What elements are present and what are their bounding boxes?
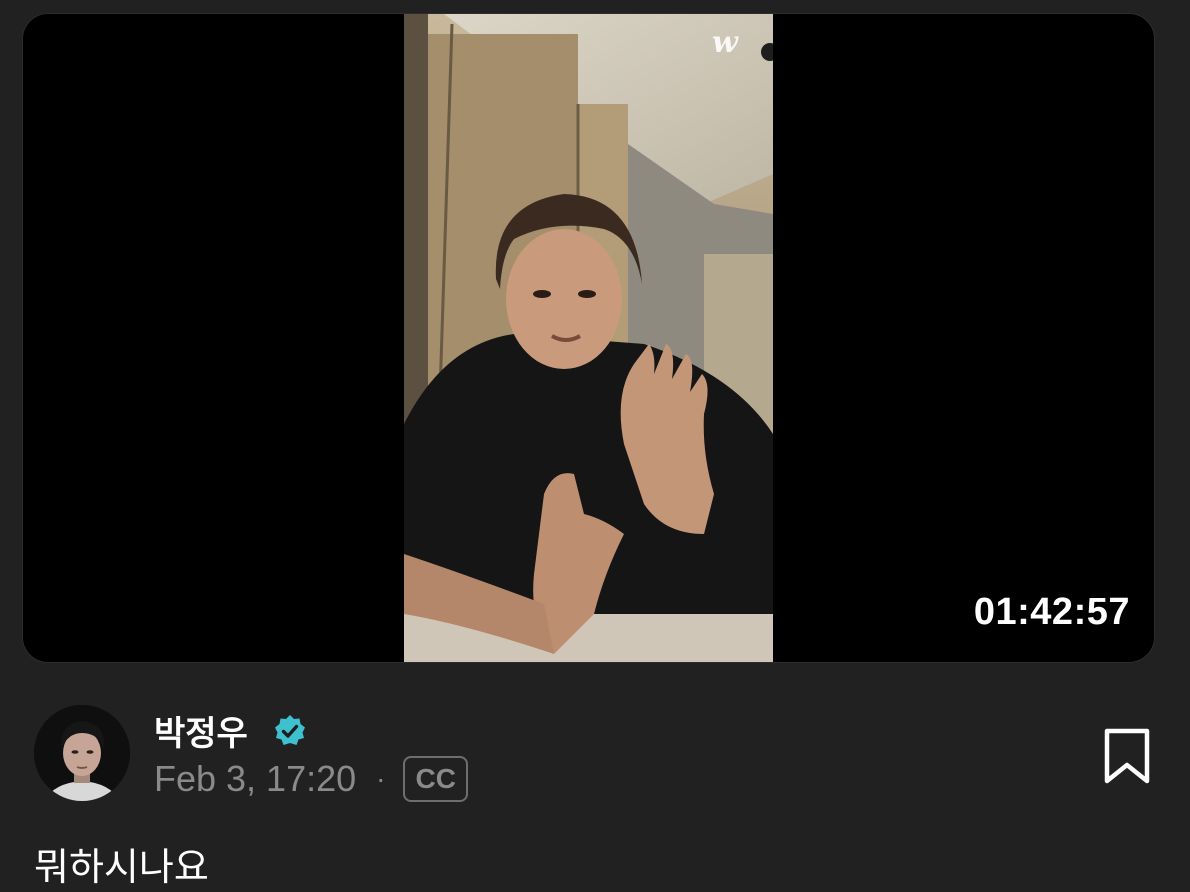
weverse-logo-icon: w (712, 25, 739, 60)
post-meta: Feb 3, 17:20 · CC (154, 756, 468, 802)
post-date: Feb 3, 17:20 (154, 758, 357, 799)
video-duration: 01:42:57 (973, 591, 1130, 633)
cc-badge[interactable]: CC (403, 756, 468, 802)
bookmark-icon[interactable] (1101, 727, 1153, 785)
meta-separator: · (376, 763, 386, 794)
author-name[interactable]: 박정우 (154, 706, 248, 755)
video-thumbnail[interactable]: w (404, 14, 773, 662)
verified-badge-icon (275, 715, 305, 745)
post-page: w 01:42:57 박정우 Feb 3, 17:20 · CC 뭐하시나요 (0, 0, 1190, 892)
video-player[interactable]: w 01:42:57 (22, 13, 1155, 663)
author-avatar[interactable] (34, 705, 130, 801)
post-caption: 뭐하시나요 (34, 847, 209, 889)
